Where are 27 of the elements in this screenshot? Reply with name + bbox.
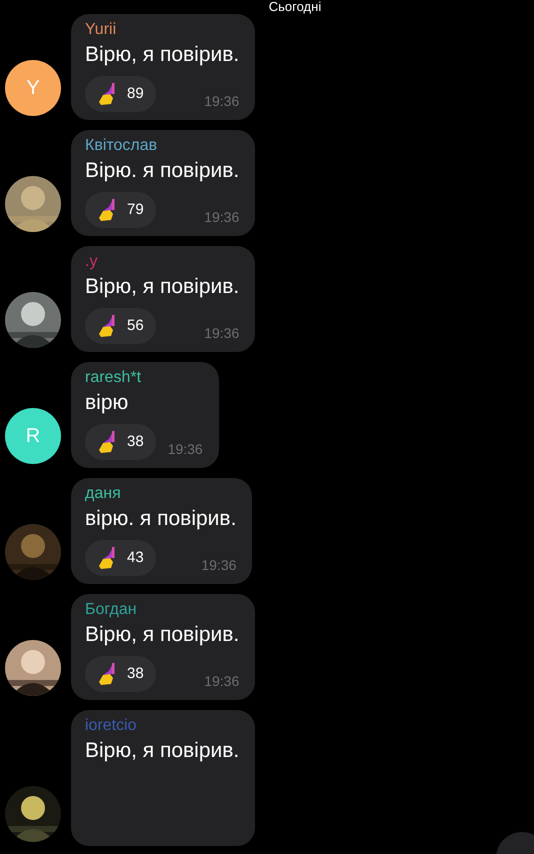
message-text: Вірю, я повірив. bbox=[85, 738, 240, 764]
reaction-button[interactable]: 38 bbox=[85, 424, 156, 460]
message-time: 19:36 bbox=[204, 672, 240, 691]
message-text: Вірю, я повірив. bbox=[85, 622, 240, 648]
message-time: 19:36 bbox=[168, 440, 203, 459]
author-name[interactable]: даня bbox=[85, 484, 236, 504]
message-text: Вірю, я повірив. bbox=[85, 274, 240, 300]
reaction-button[interactable]: 89 bbox=[85, 76, 156, 112]
reaction-button[interactable]: 43 bbox=[85, 540, 156, 576]
message-time: 19:36 bbox=[204, 324, 240, 343]
avatar: Y bbox=[5, 60, 61, 116]
author-name[interactable]: Квітослав bbox=[85, 136, 240, 156]
message-time: 19:36 bbox=[201, 556, 236, 575]
message-text: вірю bbox=[85, 390, 130, 416]
reaction-button[interactable]: 56 bbox=[85, 308, 156, 344]
date-label: Сьогодні bbox=[268, 0, 322, 14]
reaction-button[interactable]: 38 bbox=[85, 656, 156, 692]
message-text: вірю. я повірив. bbox=[85, 506, 236, 532]
message-text: Вірю, я повірив. bbox=[85, 42, 240, 68]
message-text: Вірю. я повірив. bbox=[85, 158, 240, 184]
author-name[interactable]: Yurii bbox=[85, 20, 240, 40]
reaction-button[interactable]: 79 bbox=[85, 192, 156, 228]
author-name[interactable]: Богдан bbox=[85, 600, 240, 620]
author-name[interactable]: raresh*t bbox=[85, 368, 203, 388]
avatar: R bbox=[5, 408, 61, 464]
message-time: 19:36 bbox=[204, 92, 240, 111]
message-time: 19:36 bbox=[204, 208, 240, 227]
